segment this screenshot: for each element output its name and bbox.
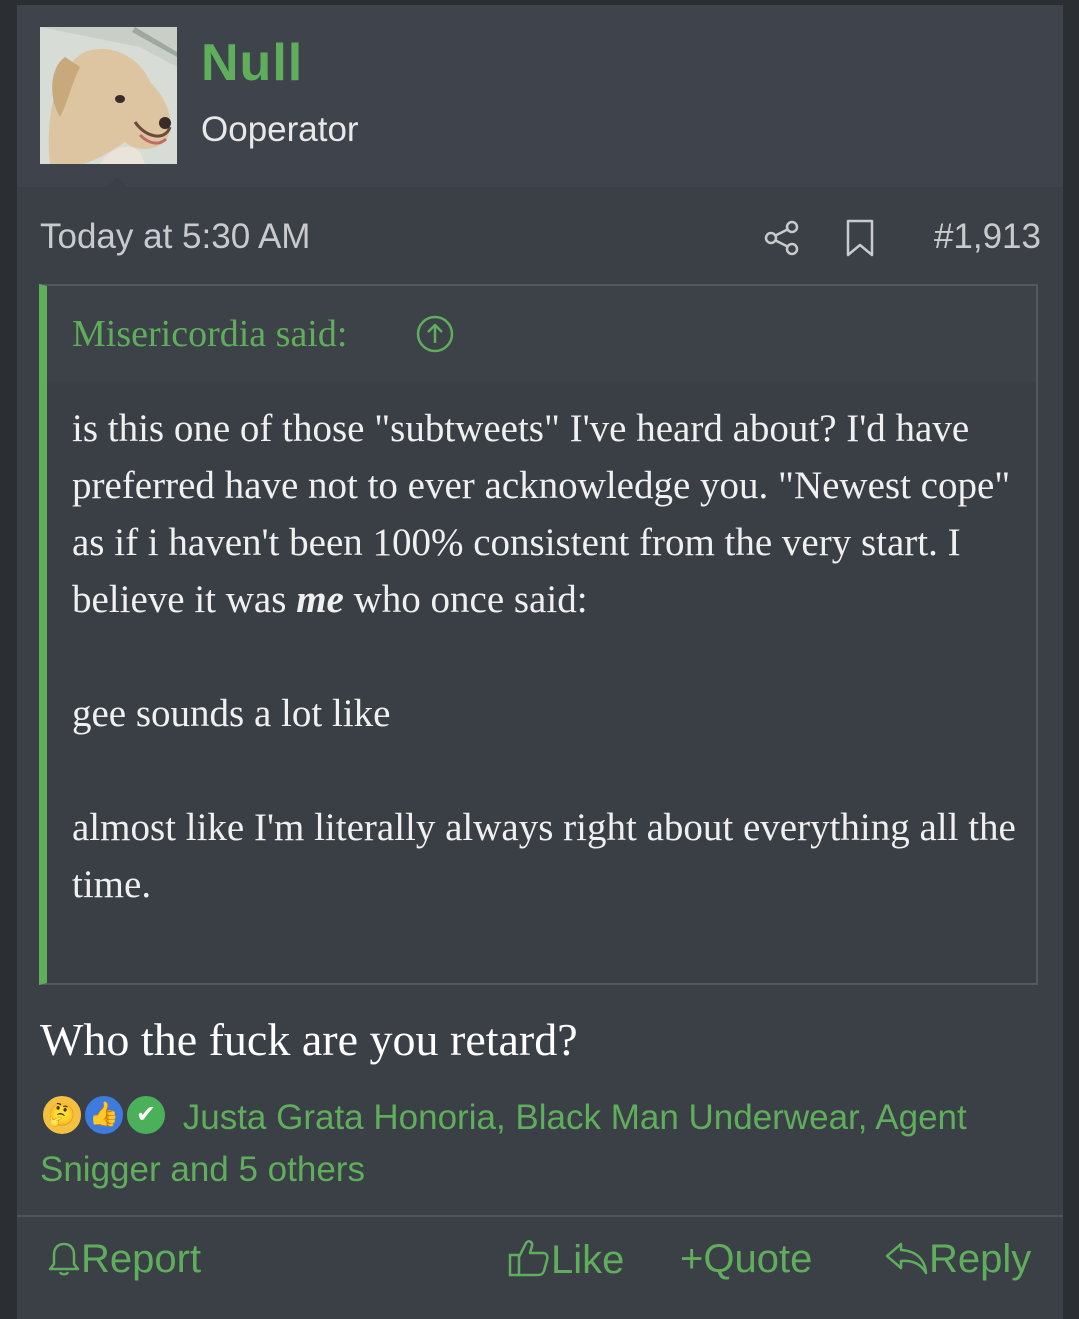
share-icon[interactable] — [763, 219, 801, 257]
quote-paragraph: gee sounds a lot like — [72, 692, 391, 735]
username[interactable]: Null — [201, 33, 303, 93]
forum-post: Null Ooperator Today at 5:30 AM #1,913 M… — [17, 5, 1063, 1319]
action-bar: Report Like +Quote Reply — [17, 1217, 1063, 1319]
like-button[interactable]: Like — [507, 1237, 624, 1283]
post-number[interactable]: #1,913 — [934, 217, 1041, 257]
post-message: Who the fuck are you retard? — [40, 1014, 578, 1065]
arrow-up-circle-icon[interactable] — [415, 314, 455, 354]
quote-author[interactable]: Misericordia said: — [72, 312, 347, 356]
user-title: Ooperator — [201, 110, 359, 149]
thinking-face-icon: 🤔 — [40, 1093, 84, 1137]
quote-paragraph: is this one of those "subtweets" I've he… — [72, 407, 1011, 621]
reply-label: Reply — [929, 1237, 1032, 1281]
reply-arrow-icon — [885, 1242, 928, 1275]
check-icon: ✔ — [124, 1093, 168, 1137]
quote-block: Misericordia said: is this one of those … — [39, 284, 1038, 985]
report-button[interactable]: Report — [47, 1237, 201, 1282]
reaction-icons[interactable]: 🤔 👍 ✔ — [40, 1093, 173, 1137]
quote-label: Quote — [703, 1237, 813, 1281]
reply-button[interactable]: Reply — [883, 1237, 1031, 1282]
reactions-bar[interactable]: 🤔 👍 ✔ Justa Grata Honoria, Black Man Und… — [40, 1092, 1040, 1196]
quote-paragraph: almost like I'm literally always right a… — [72, 806, 1016, 906]
avatar[interactable] — [40, 27, 177, 164]
quote-button[interactable]: +Quote — [680, 1237, 812, 1282]
bookmark-icon[interactable] — [844, 219, 876, 257]
quote-text: is this one of those "subtweets" I've he… — [72, 400, 1022, 913]
quote-header: Misericordia said: — [47, 286, 1036, 382]
like-label: Like — [551, 1238, 625, 1282]
dog-avatar-image — [40, 27, 177, 164]
thumbs-up-outline-icon — [508, 1240, 549, 1277]
plus-icon: + — [680, 1237, 704, 1281]
user-header: Null Ooperator — [17, 5, 1063, 187]
post-meta: Today at 5:30 AM #1,913 — [17, 187, 1063, 287]
report-label: Report — [81, 1237, 202, 1281]
thumbs-up-icon: 👍 — [82, 1093, 126, 1137]
reaction-names[interactable]: Justa Grata Honoria, Black Man Underwear… — [40, 1098, 967, 1189]
bell-icon — [48, 1242, 80, 1276]
post-date[interactable]: Today at 5:30 AM — [40, 217, 310, 257]
quote-body: is this one of those "subtweets" I've he… — [47, 382, 1036, 983]
quote-emphasis: me — [296, 578, 344, 621]
